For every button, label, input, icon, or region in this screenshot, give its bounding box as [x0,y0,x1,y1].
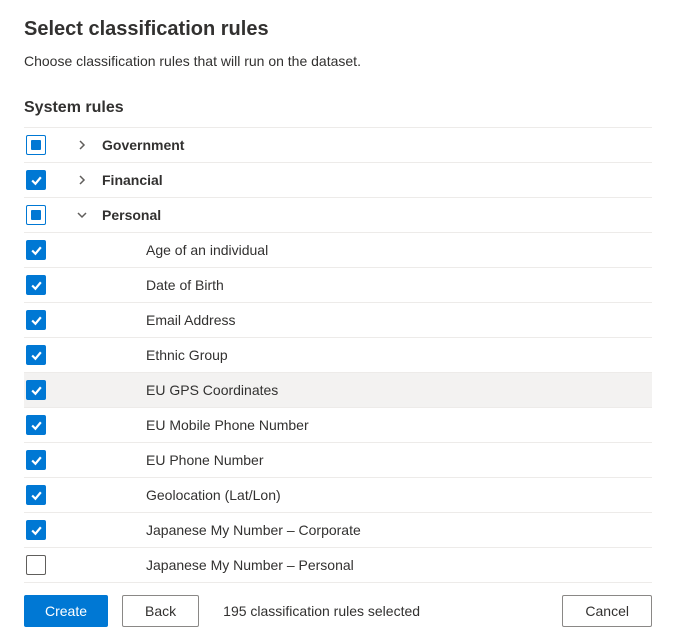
chevron-right-icon[interactable] [68,174,96,186]
list-item[interactable]: Age of an individual [24,233,652,268]
item-label: Date of Birth [146,277,224,293]
checkbox-personal[interactable] [26,205,46,225]
category-label: Government [102,137,184,153]
checkbox-financial[interactable] [26,170,46,190]
back-button[interactable]: Back [122,595,199,627]
item-label: EU GPS Coordinates [146,382,278,398]
checkbox-government[interactable] [26,135,46,155]
list-item[interactable]: EU Phone Number [24,443,652,478]
checkbox[interactable] [26,310,46,330]
list-item[interactable]: Ethnic Group [24,338,652,373]
list-item[interactable]: Geolocation (Lat/Lon) [24,478,652,513]
list-item[interactable]: Japanese My Number – Personal [24,548,652,583]
list-item[interactable]: Japanese My Number – Corporate [24,513,652,548]
item-label: EU Phone Number [146,452,264,468]
section-header: System rules [24,99,652,117]
chevron-down-icon[interactable] [68,209,96,221]
page-title: Select classification rules [24,18,652,41]
checkbox[interactable] [26,345,46,365]
item-label: Email Address [146,312,235,328]
checkbox[interactable] [26,520,46,540]
category-row-personal[interactable]: Personal [24,198,652,233]
item-label: EU Mobile Phone Number [146,417,309,433]
category-row-financial[interactable]: Financial [24,163,652,198]
checkbox[interactable] [26,415,46,435]
cancel-button[interactable]: Cancel [562,595,652,627]
item-label: Geolocation (Lat/Lon) [146,487,281,503]
category-row-government[interactable]: Government [24,128,652,163]
category-label: Personal [102,207,161,223]
item-label: Japanese My Number – Personal [146,557,354,573]
list-item[interactable]: EU GPS Coordinates [24,373,652,408]
rules-list: Government Financial Personal Age of an … [24,127,652,583]
category-label: Financial [102,172,163,188]
list-item[interactable]: Email Address [24,303,652,338]
item-label: Japanese My Number – Corporate [146,522,361,538]
item-label: Ethnic Group [146,347,228,363]
create-button[interactable]: Create [24,595,108,627]
selection-status: 195 classification rules selected [223,603,420,619]
page-subtitle: Choose classification rules that will ru… [24,53,652,69]
checkbox[interactable] [26,380,46,400]
list-item[interactable]: Date of Birth [24,268,652,303]
checkbox[interactable] [26,275,46,295]
chevron-right-icon[interactable] [68,139,96,151]
footer: Create Back 195 classification rules sel… [24,585,652,627]
checkbox[interactable] [26,555,46,575]
checkbox[interactable] [26,485,46,505]
checkbox[interactable] [26,240,46,260]
checkbox[interactable] [26,450,46,470]
list-item[interactable]: EU Mobile Phone Number [24,408,652,443]
item-label: Age of an individual [146,242,268,258]
